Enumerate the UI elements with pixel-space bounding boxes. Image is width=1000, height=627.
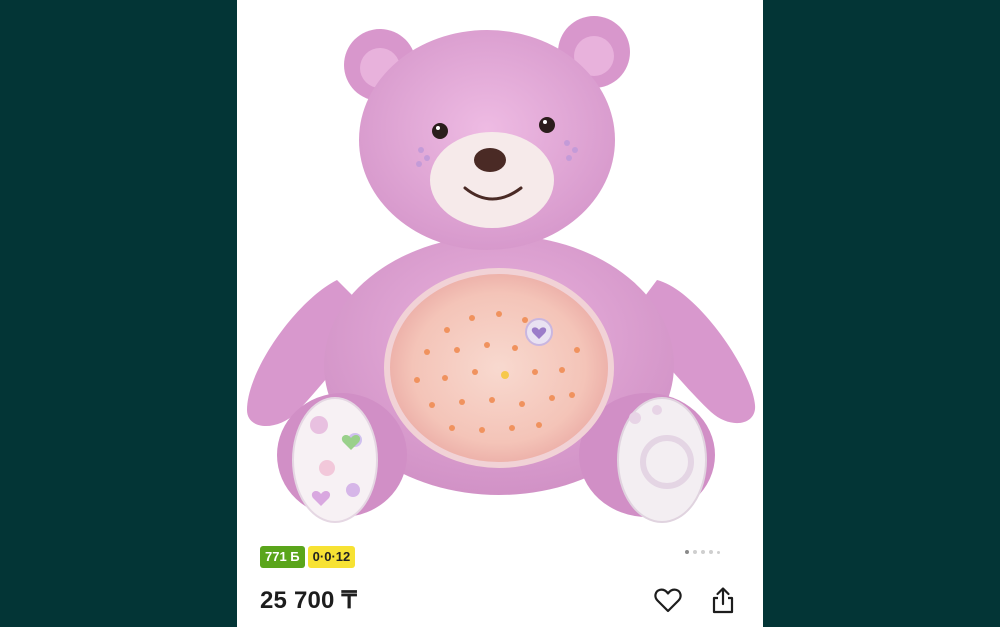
heart-icon <box>654 588 682 613</box>
product-card: 771 Б 0·0·12 25 700 ₸ <box>237 0 763 627</box>
pagination-dot[interactable] <box>685 550 689 554</box>
bear-left-foot <box>292 397 378 523</box>
gallery-pagination[interactable] <box>685 550 720 554</box>
bear-left-eye <box>432 123 448 139</box>
pagination-dot[interactable] <box>717 550 720 554</box>
pagination-dot[interactable] <box>693 550 697 554</box>
product-image[interactable] <box>237 0 763 540</box>
bear-muzzle <box>430 132 554 228</box>
product-price: 25 700 ₸ <box>260 587 357 614</box>
favorite-button[interactable] <box>651 583 685 617</box>
share-icon <box>712 587 734 614</box>
star-projector-belly <box>384 268 614 468</box>
bear-right-eye <box>539 117 555 133</box>
installment-badge: 0·0·12 <box>307 546 356 568</box>
bonus-badge: 771 Б <box>260 546 305 568</box>
pagination-dot[interactable] <box>709 550 713 554</box>
share-button[interactable] <box>706 583 740 617</box>
pagination-dot[interactable] <box>701 550 705 554</box>
bear-nose <box>474 148 506 172</box>
badges-row: 771 Б 0·0·12 <box>260 546 356 568</box>
